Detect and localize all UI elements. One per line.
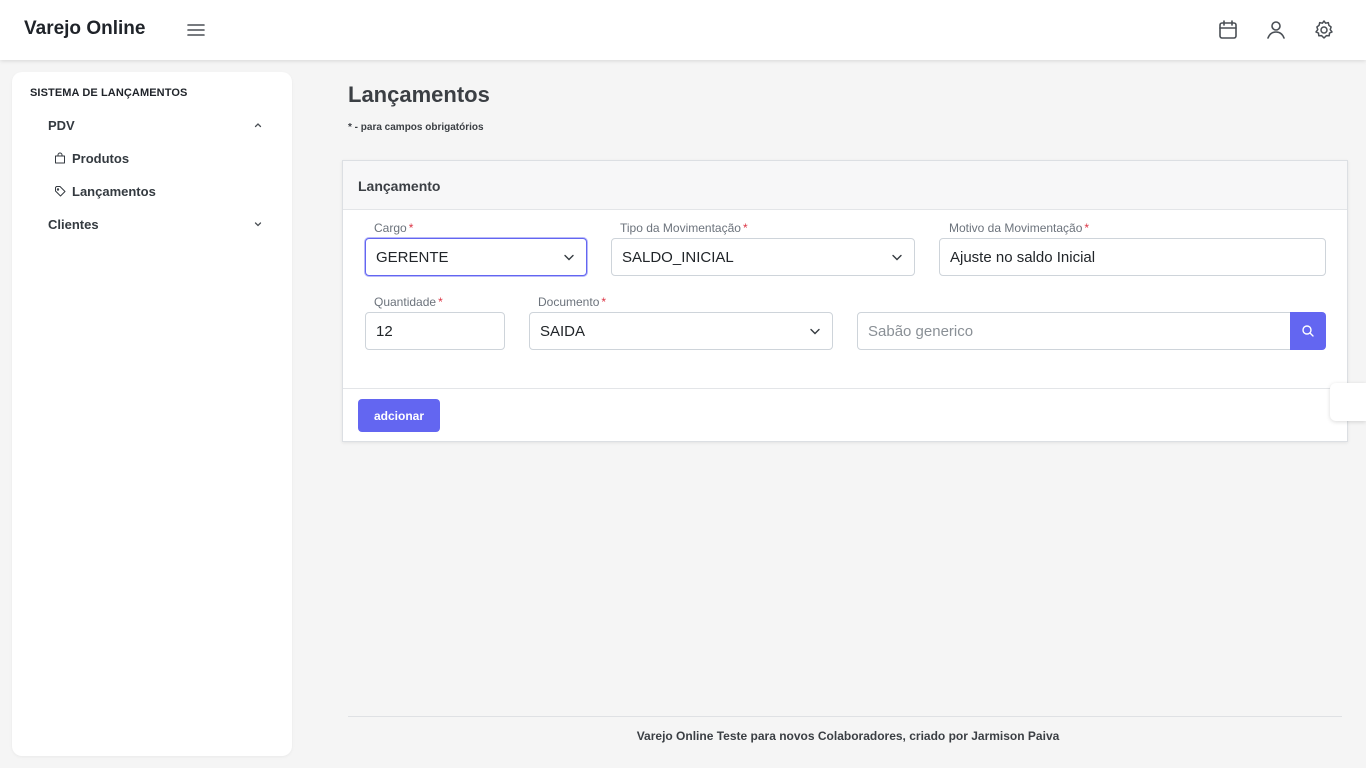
tipo-label-text: Tipo da Movimentação bbox=[620, 221, 741, 235]
sidebar: SISTEMA DE LANÇAMENTOS PDV Produtos Lanç… bbox=[12, 72, 292, 756]
documento-select[interactable]: SAIDA bbox=[529, 312, 833, 350]
tipo-movimentacao-select[interactable]: SALDO_INICIAL bbox=[611, 238, 915, 276]
brand-title[interactable]: Varejo Online bbox=[24, 18, 145, 40]
gear-icon[interactable] bbox=[1312, 18, 1336, 42]
footer-divider bbox=[348, 716, 1342, 717]
card-title: Lançamento bbox=[358, 178, 441, 194]
sidebar-item-lancamentos[interactable]: Lançamentos bbox=[54, 180, 156, 202]
sidebar-group-pdv[interactable]: PDV bbox=[48, 114, 264, 136]
cargo-label-text: Cargo bbox=[374, 221, 407, 235]
sidebar-heading: SISTEMA DE LANÇAMENTOS bbox=[30, 87, 188, 99]
tipo-label: Tipo da Movimentação * bbox=[620, 221, 748, 235]
quantidade-input[interactable]: 12 bbox=[365, 312, 505, 350]
required-mark: * bbox=[742, 221, 748, 235]
search-icon bbox=[1301, 324, 1315, 338]
search-button[interactable] bbox=[1290, 312, 1326, 350]
required-mark: * bbox=[408, 221, 414, 235]
chevron-down-icon bbox=[252, 218, 264, 230]
motivo-label-text: Motivo da Movimentação bbox=[949, 221, 1083, 235]
required-note: * - para campos obrigatórios bbox=[348, 122, 484, 133]
side-panel-toggle[interactable] bbox=[1330, 383, 1366, 421]
card-divider bbox=[343, 388, 1347, 389]
produto-search-input[interactable]: Sabão generico bbox=[857, 312, 1291, 350]
calendar-icon[interactable] bbox=[1216, 18, 1240, 42]
chevron-up-icon bbox=[252, 119, 264, 131]
tag-icon bbox=[54, 185, 66, 197]
motivo-value: Ajuste no saldo Inicial bbox=[950, 248, 1096, 266]
page-title: Lançamentos bbox=[348, 82, 490, 107]
sidebar-group-label: PDV bbox=[48, 117, 75, 133]
menu-icon[interactable] bbox=[184, 18, 208, 42]
chevron-down-icon bbox=[562, 250, 576, 264]
cargo-value: GERENTE bbox=[376, 248, 449, 266]
produto-search-placeholder: Sabão generico bbox=[868, 322, 974, 340]
documento-label: Documento * bbox=[538, 295, 606, 309]
bag-icon bbox=[54, 152, 66, 164]
quantidade-label: Quantidade * bbox=[374, 295, 443, 309]
required-mark: * bbox=[1084, 221, 1090, 235]
card-header: Lançamento bbox=[343, 161, 1347, 210]
chevron-down-icon bbox=[808, 324, 822, 338]
footer-credits: Varejo Online Teste para novos Colaborad… bbox=[636, 729, 1060, 743]
cargo-select[interactable]: GERENTE bbox=[365, 238, 587, 276]
user-icon[interactable] bbox=[1264, 18, 1288, 42]
required-mark: * bbox=[438, 295, 443, 309]
sidebar-group-label: Clientes bbox=[48, 216, 99, 232]
chevron-down-icon bbox=[890, 250, 904, 264]
cargo-label: Cargo * bbox=[374, 221, 413, 235]
motivo-label: Motivo da Movimentação * bbox=[949, 221, 1089, 235]
sidebar-item-label: Produtos bbox=[72, 150, 130, 166]
lancamento-card: Lançamento Cargo * GERENTE Tipo da Movime… bbox=[342, 160, 1348, 442]
sidebar-item-produtos[interactable]: Produtos bbox=[54, 147, 129, 169]
adicionar-button[interactable]: adcionar bbox=[358, 399, 440, 432]
required-mark: * bbox=[601, 295, 607, 309]
top-bar: Varejo Online bbox=[0, 0, 1366, 60]
sidebar-group-clientes[interactable]: Clientes bbox=[48, 213, 264, 235]
documento-value: SAIDA bbox=[540, 322, 586, 340]
tipo-value: SALDO_INICIAL bbox=[622, 248, 734, 266]
motivo-input[interactable]: Ajuste no saldo Inicial bbox=[939, 238, 1326, 276]
sidebar-item-label: Lançamentos bbox=[72, 183, 156, 199]
quantidade-value: 12 bbox=[376, 322, 393, 340]
quantidade-label-text: Quantidade bbox=[374, 295, 437, 309]
documento-label-text: Documento bbox=[538, 295, 600, 309]
